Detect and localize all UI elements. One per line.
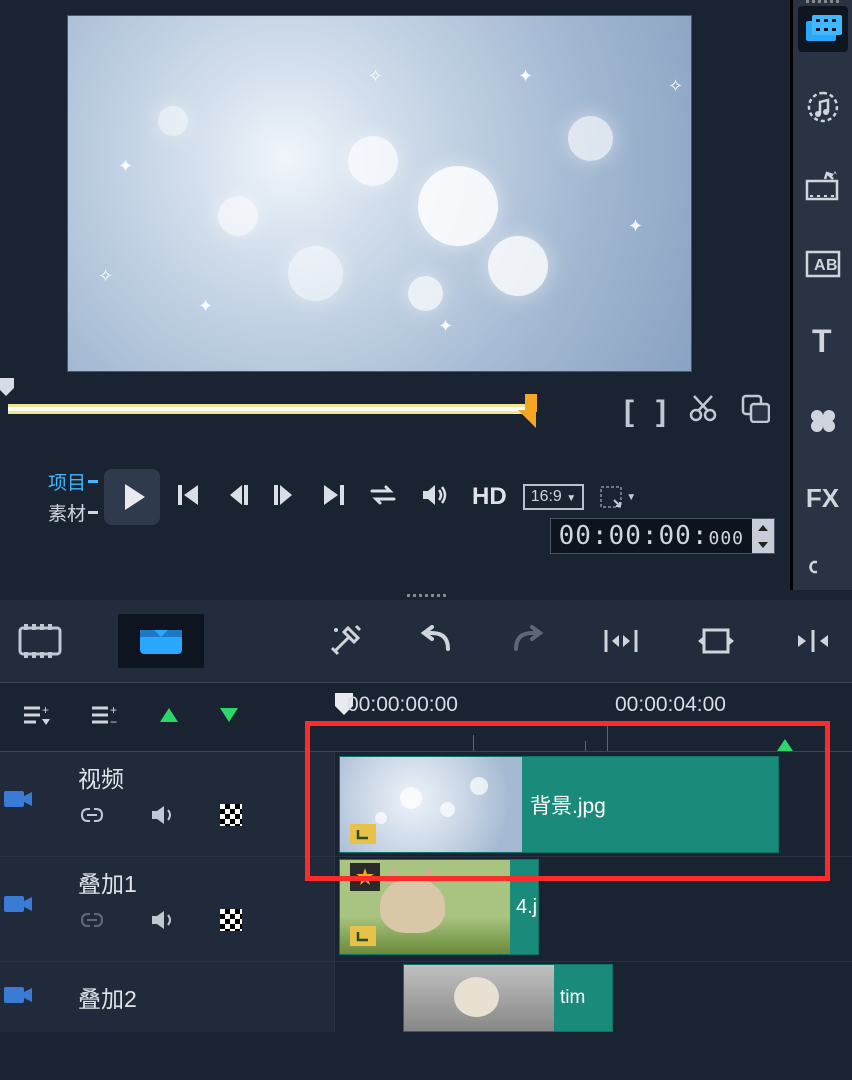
right-toolbar: AB T FX [790, 0, 852, 590]
track-label: 叠加1 [78, 865, 334, 899]
ab-compare-tab[interactable]: AB [798, 241, 848, 287]
timeline-toolbar [0, 600, 852, 682]
aspect-ratio-selector[interactable]: 16:9 ▼ [523, 484, 585, 510]
link-icon[interactable] [78, 806, 106, 829]
marker-up-button[interactable] [158, 706, 180, 729]
mark-out-button[interactable]: ] [656, 395, 666, 429]
volume-button[interactable] [420, 482, 448, 513]
mark-in-button[interactable]: [ [624, 395, 634, 429]
next-frame-button[interactable] [272, 482, 298, 513]
graphics-tab[interactable] [798, 397, 848, 443]
svg-text:−: − [110, 715, 117, 727]
undo-button[interactable] [418, 625, 454, 657]
timecode-up-button[interactable] [752, 519, 774, 536]
timeline: + +− 00:00:00:00 00:00:04:00 视频 [0, 682, 852, 1032]
resize-selector[interactable]: ▼ [600, 486, 636, 508]
prev-frame-button[interactable] [224, 482, 250, 513]
play-button[interactable] [104, 469, 160, 525]
go-end-button[interactable] [320, 482, 346, 513]
playhead-handle-icon[interactable] [0, 378, 14, 401]
checker-icon[interactable] [220, 804, 242, 831]
go-start-button[interactable] [176, 482, 202, 513]
ruler-tick-label: 00:00:00:00 [347, 693, 458, 717]
end-marker-icon[interactable] [777, 739, 793, 751]
hd-toggle[interactable]: HD [472, 483, 507, 511]
media-library-tab[interactable] [798, 6, 848, 52]
preview-viewport[interactable]: ✦✦✦ ✦✦✧ ✧✧ [67, 15, 692, 372]
camera-icon[interactable] [4, 788, 34, 815]
tools-button[interactable] [328, 624, 362, 658]
svg-text:+: + [42, 703, 49, 717]
mode-clip-tab[interactable]: 素材 [48, 499, 98, 526]
storyboard-view-button[interactable] [18, 624, 62, 658]
clip-label: tim [554, 965, 612, 1031]
loop-button[interactable] [368, 482, 398, 513]
fit-clip-button[interactable] [602, 626, 640, 656]
link-icon[interactable] [78, 911, 106, 934]
panel-divider[interactable] [0, 590, 852, 600]
overlay-clip[interactable]: tim [403, 964, 613, 1032]
mute-icon[interactable] [150, 804, 176, 831]
timecode-down-button[interactable] [752, 536, 774, 553]
overlay-track-1: 叠加1 4.j [0, 857, 852, 962]
video-track: 视频 背景.jpg [0, 752, 852, 857]
overlay-track-2: 叠加2 tim [0, 962, 852, 1032]
clip-badge-icon [350, 926, 376, 946]
mute-icon[interactable] [150, 909, 176, 936]
redo-button[interactable] [510, 625, 546, 657]
video-clip[interactable]: 背景.jpg [339, 756, 779, 853]
cut-icon[interactable] [688, 393, 718, 431]
link-tab[interactable] [798, 544, 848, 590]
checker-icon[interactable] [220, 909, 242, 936]
track-label: 叠加2 [78, 980, 334, 1014]
ruler-tick-label: 00:00:04:00 [615, 693, 726, 717]
svg-text:T: T [812, 326, 832, 358]
list-add-b-button[interactable]: +− [90, 703, 120, 732]
camera-icon[interactable] [4, 984, 34, 1011]
effect-star-icon [350, 863, 380, 891]
timeline-ruler[interactable]: 00:00:00:00 00:00:04:00 [335, 683, 852, 751]
fx-tab[interactable]: FX [798, 476, 848, 522]
preview-panel: ✦✦✦ ✦✦✧ ✧✧ [ ] [0, 0, 790, 590]
split-expand-button[interactable] [792, 626, 834, 656]
marker-down-button[interactable] [218, 706, 240, 729]
svg-text:A: A [814, 257, 826, 274]
list-add-a-button[interactable]: + [22, 703, 52, 732]
copy-overlap-icon[interactable] [740, 393, 770, 431]
scrub-bar[interactable] [8, 404, 530, 414]
title-tab[interactable]: T [798, 319, 848, 365]
timecode-field[interactable]: 00:00:00:000 [550, 518, 775, 554]
svg-text:B: B [826, 257, 838, 274]
clip-label: 4.j [510, 860, 538, 954]
camera-icon[interactable] [4, 893, 34, 920]
overlay-clip[interactable]: 4.j [339, 859, 539, 955]
clip-badge-icon [350, 824, 376, 844]
fit-project-button[interactable] [696, 626, 736, 656]
mode-project-tab[interactable]: 项目 [48, 468, 98, 495]
timeline-view-button[interactable] [118, 614, 204, 668]
track-label: 视频 [78, 760, 334, 794]
audio-tab[interactable] [798, 84, 848, 130]
clip-label: 背景.jpg [522, 757, 778, 852]
effects-tab[interactable] [798, 163, 848, 209]
